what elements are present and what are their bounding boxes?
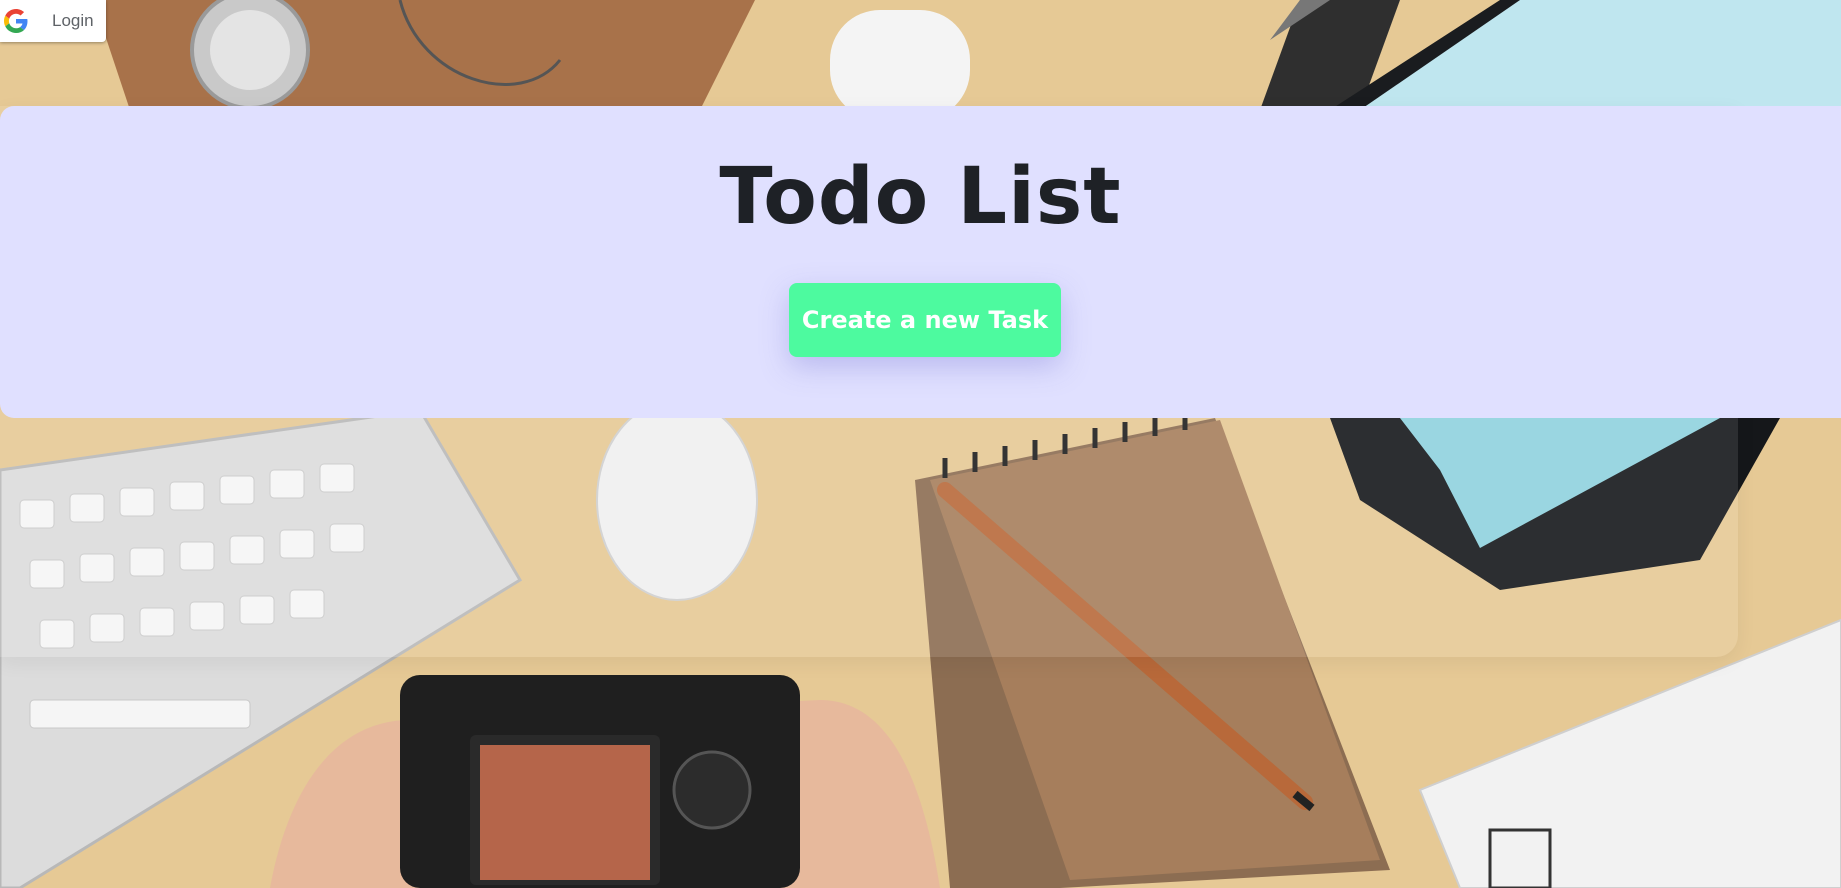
create-task-button[interactable]: Create a new Task xyxy=(789,283,1061,357)
google-login-button[interactable]: Login xyxy=(0,0,106,42)
earbuds-case-shape xyxy=(830,10,970,120)
login-label: Login xyxy=(52,11,94,30)
page: Login Todo List Create a new Task xyxy=(0,0,1841,888)
page-title: Todo List xyxy=(719,152,1122,242)
hero-panel: Todo List Create a new Task xyxy=(0,106,1841,418)
google-icon xyxy=(4,9,28,33)
